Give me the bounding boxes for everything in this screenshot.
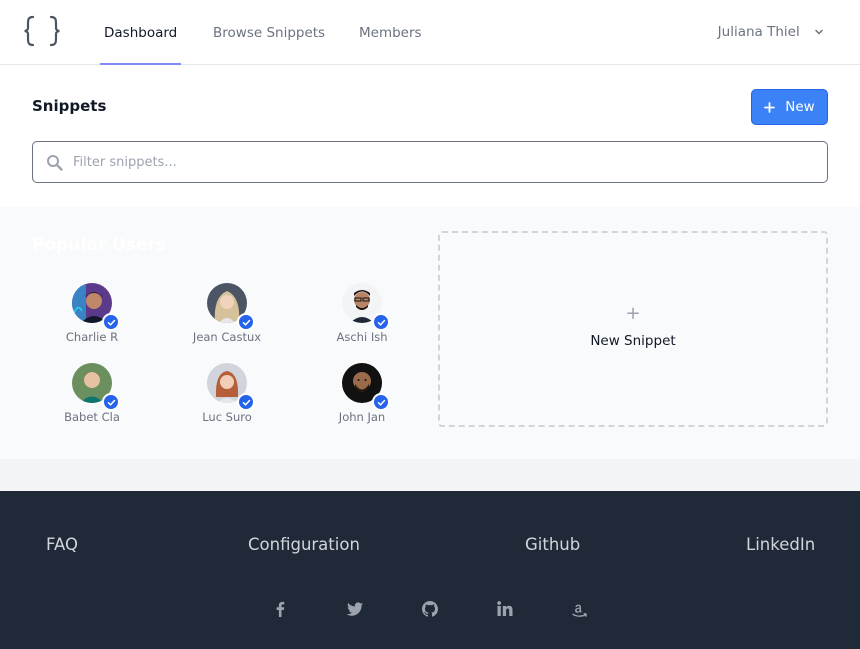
new-button[interactable]: New	[751, 89, 828, 125]
footer-link-github[interactable]: Github	[525, 535, 580, 554]
top-navbar: Dashboard Browse Snippets Members Julian…	[0, 0, 860, 65]
user-card-john[interactable]: John Jan	[307, 363, 417, 424]
verified-badge-icon	[372, 393, 390, 411]
footer-link-configuration[interactable]: Configuration	[248, 535, 360, 554]
user-name-label: Aschi Ish	[336, 330, 388, 344]
plus-icon: +	[625, 303, 641, 324]
plus-icon	[764, 101, 776, 113]
amazon-icon[interactable]	[569, 598, 591, 620]
facebook-icon[interactable]	[269, 598, 291, 620]
search-icon	[47, 155, 63, 171]
new-snippet-label: New Snippet	[590, 333, 676, 349]
new-snippet-card[interactable]: + New Snippet	[438, 231, 828, 427]
verified-badge-icon	[237, 313, 255, 331]
user-menu[interactable]: Juliana Thiel	[718, 0, 824, 65]
user-card-luc[interactable]: Luc Suro	[172, 363, 282, 424]
verified-badge-icon	[372, 313, 390, 331]
tab-browse-snippets[interactable]: Browse Snippets	[213, 0, 325, 65]
new-button-label: New	[785, 99, 815, 115]
braces-logo-icon[interactable]	[24, 15, 60, 47]
user-card-babet[interactable]: Babet Cla	[37, 363, 147, 424]
user-name-label: John Jan	[338, 410, 386, 424]
page-title: Snippets	[32, 97, 107, 115]
user-name: Juliana Thiel	[717, 24, 800, 40]
user-name-label: Babet Cla	[64, 410, 120, 424]
verified-badge-icon	[102, 313, 120, 331]
chevron-down-icon	[815, 29, 823, 35]
footer-link-faq[interactable]: FAQ	[46, 535, 78, 554]
tab-dashboard[interactable]: Dashboard	[99, 0, 182, 65]
user-card-charlie[interactable]: Charlie R	[37, 283, 147, 344]
popular-users-title: Popular Users	[32, 235, 166, 255]
verified-badge-icon	[237, 393, 255, 411]
github-icon[interactable]	[419, 598, 441, 620]
verified-badge-icon	[102, 393, 120, 411]
footer: FAQ Configuration Github LinkedIn	[0, 491, 860, 649]
linkedin-icon[interactable]	[494, 598, 516, 620]
user-card-aschi[interactable]: Aschi Ish	[307, 283, 417, 344]
twitter-icon[interactable]	[344, 598, 366, 620]
search-box	[32, 141, 828, 183]
filter-snippets-input[interactable]	[73, 142, 813, 182]
user-name-label: Jean Castux	[192, 330, 262, 344]
footer-link-linkedin[interactable]: LinkedIn	[746, 535, 815, 554]
user-name-label: Luc Suro	[202, 410, 252, 424]
user-name-label: Charlie R	[65, 330, 119, 344]
tab-members[interactable]: Members	[359, 0, 422, 65]
user-card-jean[interactable]: Jean Castux	[172, 283, 282, 344]
